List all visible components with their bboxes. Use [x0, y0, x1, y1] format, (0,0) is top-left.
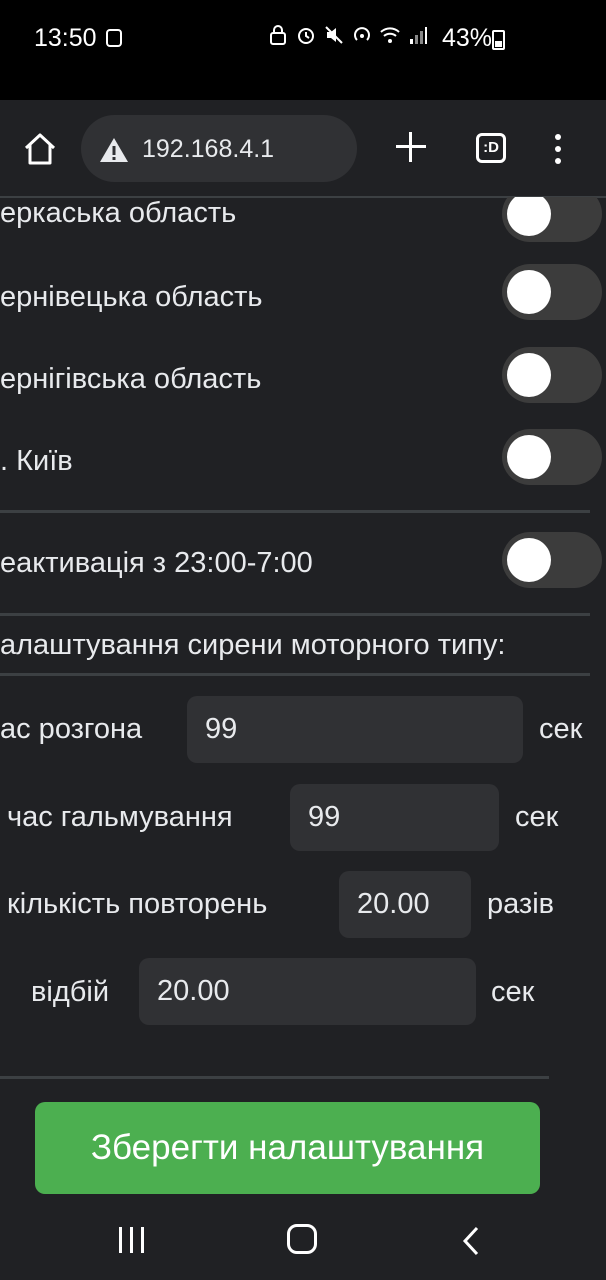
- back-icon[interactable]: [460, 1226, 482, 1256]
- region-label: ернівецька область: [0, 281, 263, 313]
- repeat-count-input[interactable]: 20.00: [339, 871, 471, 938]
- region-toggle[interactable]: [502, 197, 602, 242]
- menu-icon[interactable]: [553, 134, 563, 164]
- status-time: 13:50: [34, 24, 97, 52]
- browser-toolbar: 192.168.4.1 :D: [0, 100, 606, 198]
- signal-icon: [410, 27, 427, 44]
- acceleration-time-label: ас розгона: [0, 713, 143, 745]
- battery-icon: [492, 30, 505, 50]
- battery-level: 43%: [442, 24, 493, 52]
- settings-content: еркаська область ернівецька область ерні…: [0, 197, 606, 1200]
- repeat-count-unit: разів: [487, 888, 555, 920]
- status-bar: 13:50 43%: [0, 0, 606, 100]
- home-button-icon[interactable]: [287, 1224, 317, 1254]
- region-toggle[interactable]: [502, 264, 602, 320]
- all-clear-label: відбій: [31, 976, 110, 1008]
- alarm-icon: [298, 28, 314, 44]
- wifi-icon: [380, 27, 400, 43]
- divider: [0, 613, 590, 616]
- region-label: еркаська область: [0, 197, 237, 229]
- braking-time-unit: сек: [515, 801, 559, 833]
- region-toggle[interactable]: [502, 429, 602, 485]
- hotspot-icon: [354, 27, 370, 41]
- address-bar[interactable]: 192.168.4.1: [81, 115, 357, 182]
- divider: [0, 673, 590, 676]
- region-label: . Київ: [0, 445, 73, 477]
- save-settings-button[interactable]: Зберегти налаштування: [35, 1102, 540, 1194]
- warning-icon[interactable]: [99, 137, 129, 163]
- region-toggle[interactable]: [502, 347, 602, 403]
- repeat-count-label: кількість повторень: [7, 888, 268, 920]
- acceleration-time-unit: сек: [539, 713, 583, 745]
- all-clear-input[interactable]: 20.00: [139, 958, 476, 1025]
- divider: [0, 1076, 549, 1079]
- recent-apps-icon[interactable]: [117, 1227, 147, 1253]
- deactivation-label: еактивація з 23:00-7:00: [0, 547, 313, 579]
- braking-time-label: час гальмування: [7, 801, 233, 833]
- mute-icon: [325, 26, 343, 44]
- siren-section-title: алаштування сирени моторного типу:: [0, 629, 506, 661]
- status-icons: [268, 24, 428, 46]
- region-label: ернігівська область: [0, 363, 262, 395]
- home-icon[interactable]: [22, 132, 58, 166]
- divider: [0, 510, 590, 513]
- acceleration-time-input[interactable]: 99: [187, 696, 523, 763]
- url-text[interactable]: 192.168.4.1: [142, 135, 274, 164]
- notification-icon: [106, 29, 122, 47]
- navigation-bar: [0, 1200, 606, 1280]
- tab-switcher-button[interactable]: :D: [476, 133, 506, 163]
- lock-icon: [270, 25, 286, 45]
- deactivation-toggle[interactable]: [502, 532, 602, 588]
- braking-time-input[interactable]: 99: [290, 784, 499, 851]
- all-clear-unit: сек: [491, 976, 535, 1008]
- new-tab-icon[interactable]: [394, 130, 428, 164]
